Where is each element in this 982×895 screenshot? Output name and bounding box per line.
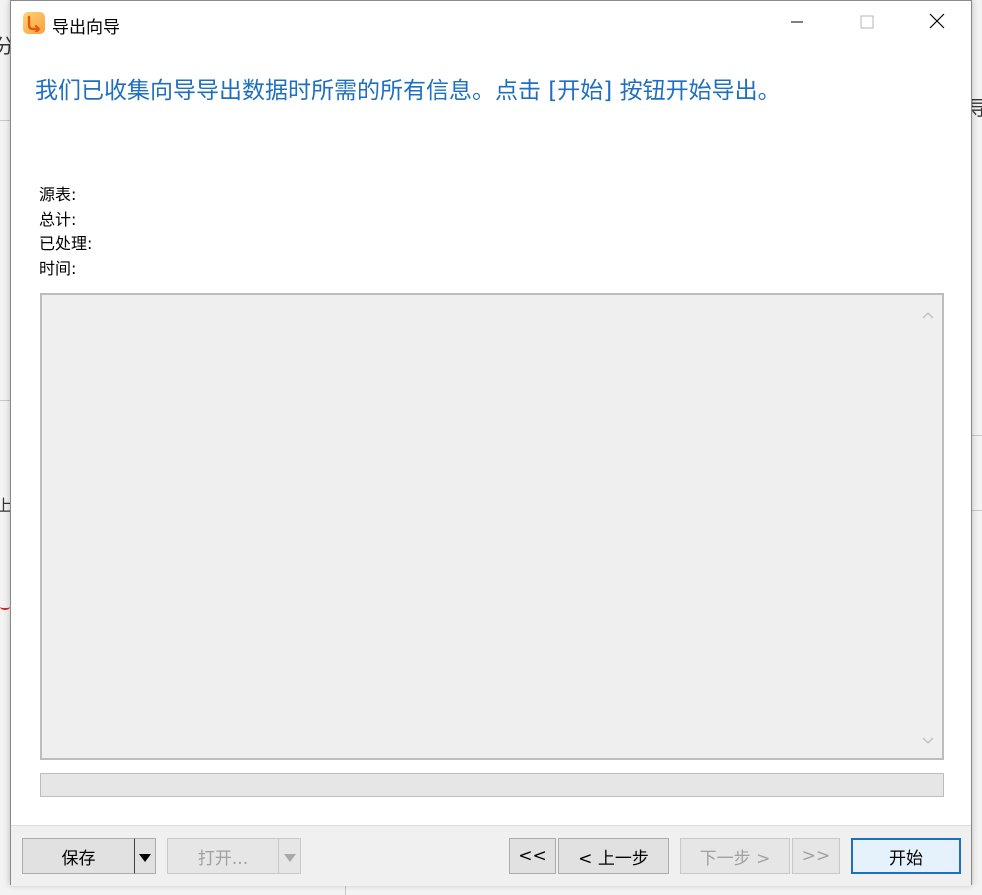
open-dropdown-button[interactable] xyxy=(278,838,301,874)
next-button[interactable]: 下一步 > xyxy=(680,838,790,874)
first-step-label: << xyxy=(518,846,547,866)
open-button[interactable]: 打开... xyxy=(167,838,279,874)
background-divider xyxy=(972,510,982,511)
background-divider xyxy=(0,120,10,121)
minimize-button[interactable] xyxy=(762,1,832,45)
save-button-label: 保存 xyxy=(61,848,96,869)
title-bar[interactable]: 导出向导 xyxy=(11,1,971,45)
dropdown-arrow-icon xyxy=(283,847,296,866)
dropdown-arrow-icon xyxy=(139,847,151,866)
next-button-label: 下一步 > xyxy=(699,848,771,869)
last-step-label: >> xyxy=(801,846,831,866)
save-dropdown-button[interactable] xyxy=(134,838,156,874)
wizard-headline: 我们已收集向导导出数据时所需的所有信息。点击 [开始] 按钮开始导出。 xyxy=(35,78,781,104)
background-divider xyxy=(972,435,982,436)
last-step-button[interactable]: >> xyxy=(792,838,840,874)
start-button-label: 开始 xyxy=(889,848,923,869)
export-wizard-icon xyxy=(23,12,45,34)
wizard-button-bar: 保存 打开... << < 上一步 下一步 > >> 开始 xyxy=(11,825,971,886)
processed-label: 已处理: xyxy=(39,234,93,253)
background-spellcheck-mark xyxy=(0,604,10,610)
chevron-down-icon[interactable] xyxy=(921,731,935,750)
export-wizard-dialog: 导出向导 我们已收集向导导出数据时所需的所有信息。点击 [开始] 按钮开始导出。… xyxy=(10,0,972,886)
maximize-icon xyxy=(860,14,874,33)
open-button-label: 打开... xyxy=(197,848,249,869)
maximize-button[interactable] xyxy=(832,1,902,45)
close-button[interactable] xyxy=(902,1,972,45)
close-icon xyxy=(929,13,945,33)
back-button[interactable]: < 上一步 xyxy=(558,838,669,874)
start-button[interactable]: 开始 xyxy=(851,838,961,874)
export-progress-bar xyxy=(40,773,944,797)
chevron-up-icon[interactable] xyxy=(921,305,935,324)
export-log-area[interactable] xyxy=(40,293,944,760)
export-info: 源表: 总计: 已处理: 时间: xyxy=(39,183,92,281)
back-button-label: < 上一步 xyxy=(578,848,649,869)
total-label: 总计: xyxy=(39,209,77,229)
source-table-label: 源表: xyxy=(39,185,77,204)
background-divider xyxy=(345,885,346,895)
minimize-icon xyxy=(790,14,804,33)
background-divider xyxy=(0,400,10,401)
save-button[interactable]: 保存 xyxy=(22,838,135,874)
log-scrollbar[interactable] xyxy=(918,297,940,756)
first-step-button[interactable]: << xyxy=(509,838,556,874)
time-label: 时间: xyxy=(39,258,77,278)
window-title: 导出向导 xyxy=(52,18,120,38)
